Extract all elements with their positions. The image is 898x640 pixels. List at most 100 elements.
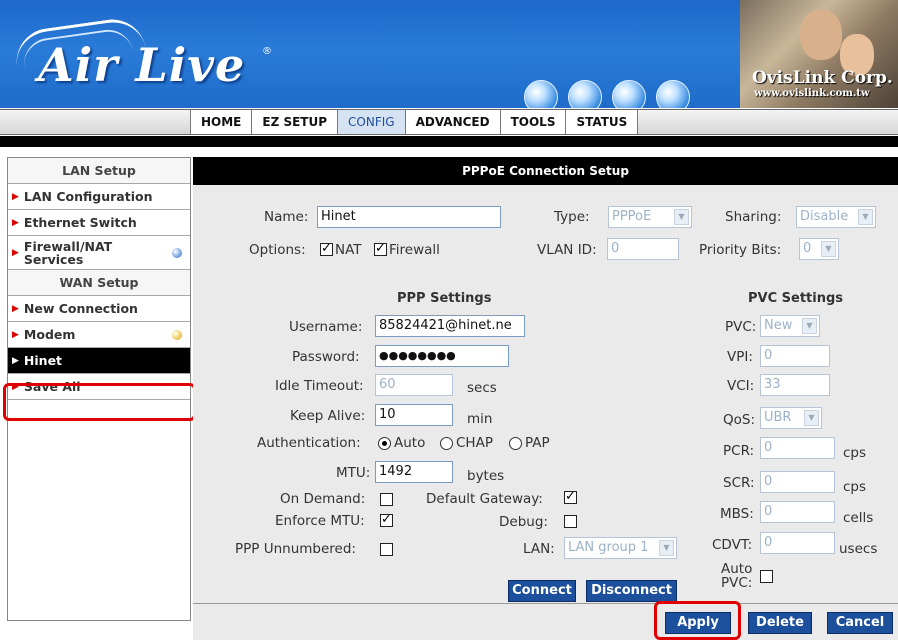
- vci-field[interactable]: 33: [760, 374, 830, 396]
- tab-home[interactable]: HOME: [190, 110, 252, 134]
- priority-bits-label: Priority Bits:: [699, 242, 782, 258]
- pvc-value: New: [764, 318, 793, 333]
- vpi-field[interactable]: 0: [760, 345, 830, 367]
- cdvt-label: CDVT:: [712, 537, 753, 553]
- username-field[interactable]: 85824421@hinet.ne: [375, 315, 525, 337]
- priority-bits-select[interactable]: 0 ▼: [799, 238, 839, 260]
- enforce-mtu-checkbox[interactable]: ✓: [380, 513, 393, 527]
- on-demand-label: On Demand:: [280, 491, 366, 507]
- ppp-settings-title: PPP Settings: [397, 291, 492, 306]
- airlive-logo: Air Live: [38, 38, 246, 92]
- lan-group-select[interactable]: LAN group 1 ▼: [564, 537, 677, 559]
- sidebar-item-modem[interactable]: ▶ Modem: [8, 322, 190, 348]
- type-select[interactable]: PPPoE ▼: [608, 206, 692, 228]
- keep-alive-label: Keep Alive:: [290, 408, 366, 424]
- banner: Air Live ® OvisLink Corp. www.ovislink.c…: [0, 0, 898, 108]
- sidebar-item-ethernet-switch[interactable]: ▶ Ethernet Switch: [8, 210, 190, 236]
- scr-field[interactable]: 0: [760, 471, 835, 493]
- lan-label: LAN:: [523, 541, 555, 557]
- authentication-label: Authentication:: [257, 435, 361, 451]
- pvc-label: PVC:: [725, 319, 757, 335]
- vlan-id-field[interactable]: 0: [607, 238, 679, 260]
- name-field[interactable]: Hinet: [317, 206, 501, 228]
- sidebar-item-new-connection[interactable]: ▶ New Connection: [8, 296, 190, 322]
- vlan-id-label: VLAN ID:: [537, 242, 597, 258]
- tab-config[interactable]: CONFIG: [337, 110, 405, 134]
- idle-timeout-unit: secs: [467, 380, 497, 396]
- sidebar-item-label: Ethernet Switch: [23, 215, 137, 230]
- delete-button[interactable]: Delete: [748, 612, 812, 634]
- arrow-right-icon: ▶: [12, 329, 19, 340]
- chevron-down-icon: ▼: [674, 209, 689, 225]
- pvc-settings-title: PVC Settings: [748, 291, 844, 306]
- auto-pvc-label-line2: PVC:: [721, 575, 753, 591]
- auth-chap-label: CHAP: [456, 435, 493, 451]
- chevron-down-icon: ▼: [858, 209, 873, 225]
- main-panel: Name: Hinet Type: PPPoE ▼ Sharing: Disab…: [193, 185, 898, 603]
- sidebar-section-lan-setup: LAN Setup: [8, 158, 190, 184]
- firewall-checkbox[interactable]: ✓: [374, 242, 387, 256]
- arrow-right-icon: ▶: [12, 355, 19, 366]
- auth-auto-radio[interactable]: [378, 437, 391, 450]
- chevron-down-icon: ▼: [802, 318, 817, 334]
- auth-pap-radio[interactable]: [509, 437, 522, 450]
- connect-button[interactable]: Connect: [508, 580, 576, 602]
- debug-checkbox[interactable]: [564, 515, 577, 528]
- sidebar-item-hinet[interactable]: ▶ Hinet: [8, 348, 190, 374]
- mbs-unit: cells: [843, 510, 874, 526]
- sidebar-item-label: LAN Configuration: [23, 189, 153, 204]
- pvc-select[interactable]: New ▼: [760, 315, 820, 337]
- tab-ez-setup[interactable]: EZ SETUP: [251, 110, 338, 134]
- mtu-field[interactable]: 1492: [375, 461, 453, 483]
- arrow-right-icon: ▶: [12, 247, 19, 258]
- mbs-field[interactable]: 0: [760, 501, 835, 523]
- arrow-right-icon: ▶: [12, 217, 19, 228]
- default-gateway-label: Default Gateway:: [426, 491, 543, 507]
- arrow-right-icon: ▶: [12, 191, 19, 202]
- globe-icon: [524, 80, 558, 108]
- sidebar-item-label: Hinet: [23, 353, 63, 368]
- page-title: PPPoE Connection Setup: [193, 157, 898, 185]
- tab-tools[interactable]: TOOLS: [499, 110, 566, 134]
- auth-auto-label: Auto: [394, 435, 426, 451]
- auto-pvc-checkbox[interactable]: [760, 570, 773, 583]
- ovislink-url: www.ovislink.com.tw: [754, 88, 870, 99]
- cancel-button[interactable]: Cancel: [827, 612, 893, 634]
- sidebar-item-firewall-nat[interactable]: ▶ Firewall/NAT Services: [8, 236, 190, 270]
- nat-label: NAT: [335, 242, 362, 258]
- enforce-mtu-label: Enforce MTU:: [275, 513, 365, 529]
- on-demand-checkbox[interactable]: [380, 493, 393, 506]
- idle-timeout-field[interactable]: 60: [375, 374, 453, 396]
- qos-value: UBR: [764, 410, 792, 425]
- apply-highlight: [654, 601, 741, 640]
- tab-advanced[interactable]: ADVANCED: [404, 110, 500, 134]
- sidebar-item-lan-configuration[interactable]: ▶ LAN Configuration: [8, 184, 190, 210]
- sidebar-item-label: New Connection: [23, 301, 138, 316]
- options-label: Options:: [249, 242, 306, 258]
- tab-status[interactable]: STATUS: [565, 110, 639, 134]
- pcr-unit: cps: [843, 445, 867, 461]
- auto-pvc-label: Auto PVC:: [721, 562, 752, 590]
- auth-chap-radio[interactable]: [440, 437, 453, 450]
- keep-alive-unit: min: [467, 411, 493, 427]
- type-label: Type:: [554, 209, 590, 225]
- default-gateway-checkbox[interactable]: ✓: [564, 490, 577, 504]
- ppp-unnumbered-checkbox[interactable]: [380, 543, 393, 556]
- name-label: Name:: [264, 209, 309, 225]
- type-value: PPPoE: [612, 209, 652, 224]
- chevron-down-icon: ▼: [659, 540, 674, 556]
- person-photo: [800, 10, 842, 60]
- password-field[interactable]: ●●●●●●●●: [375, 345, 509, 367]
- nat-checkbox[interactable]: ✓: [320, 242, 333, 256]
- pcr-field[interactable]: 0: [760, 437, 835, 459]
- mtu-unit: bytes: [467, 468, 505, 484]
- arrow-right-icon: ▶: [12, 303, 19, 314]
- footer-bar: Apply Delete Cancel: [193, 603, 898, 640]
- status-dot-icon: [172, 247, 182, 258]
- nav-tabs: HOME EZ SETUP CONFIG ADVANCED TOOLS STAT…: [190, 110, 639, 134]
- qos-select[interactable]: UBR ▼: [760, 407, 822, 429]
- disconnect-button[interactable]: Disconnect: [586, 580, 677, 602]
- cdvt-field[interactable]: 0: [760, 532, 835, 554]
- sharing-select[interactable]: Disable ▼: [796, 206, 876, 228]
- keep-alive-field[interactable]: 10: [375, 404, 453, 426]
